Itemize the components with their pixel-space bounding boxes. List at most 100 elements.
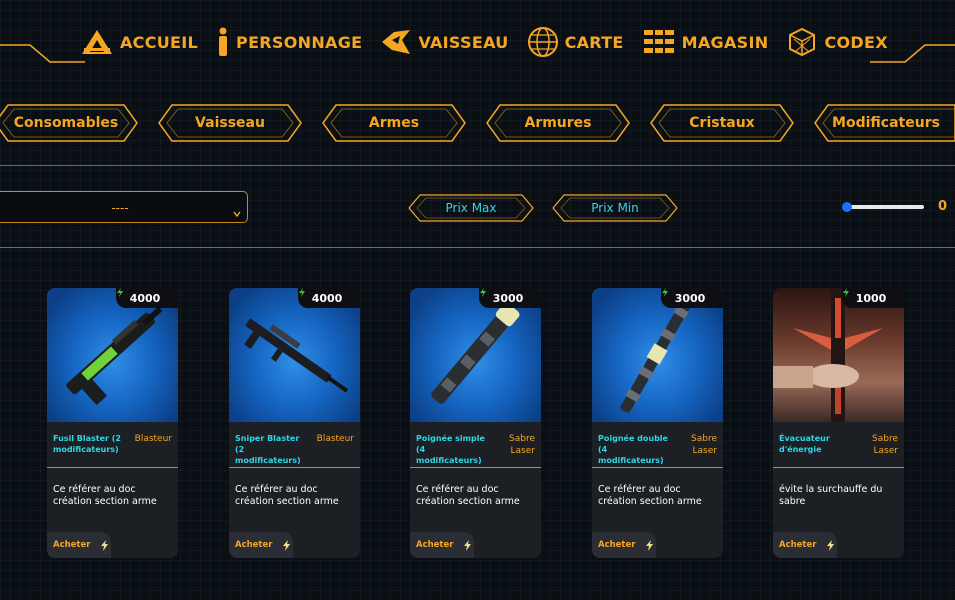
product-description: Ce référer au doc création section arme: [53, 484, 157, 507]
product-card: 3000 Poignée simple (4 modificateurs) Sa…: [410, 288, 541, 558]
buy-label: Acheter: [235, 540, 273, 550]
product-info: Sniper Blaster (2 modificateurs) Blasteu…: [229, 422, 360, 468]
tab-vaisseau[interactable]: Vaisseau: [158, 104, 302, 142]
buy-label: Acheter: [416, 540, 454, 550]
buy-button[interactable]: Acheter: [410, 532, 474, 558]
product-type: Sabre Laser: [509, 434, 535, 456]
globe-icon: [527, 26, 559, 58]
buy-button[interactable]: Acheter: [592, 532, 656, 558]
product-type: Blasteur: [134, 434, 172, 444]
nav-personnage[interactable]: PERSONNAGE: [216, 27, 362, 57]
product-name: Poignée double (4 modificateurs): [598, 434, 668, 465]
bolt-icon: [645, 536, 654, 555]
price-max-button[interactable]: Prix Max: [408, 194, 534, 222]
price-value: 1000: [855, 291, 887, 305]
product-description: évite la surchauffe du sabre: [779, 484, 883, 507]
product-image: 3000: [592, 288, 723, 422]
buy-button[interactable]: Acheter: [229, 532, 293, 558]
product-info: Poignée simple (4 modificateurs) Sabre L…: [410, 422, 541, 468]
product-name: Évacuateur d'énergie: [779, 434, 830, 454]
price-tag: 3000: [479, 288, 541, 308]
product-name: Fusil Blaster (2 modificateurs): [53, 434, 121, 454]
product-description: Ce référer au doc création section arme: [598, 484, 702, 507]
home-icon: [80, 28, 114, 56]
bolt-icon: [826, 536, 835, 555]
codex-icon: [786, 27, 818, 57]
nav-label-vaisseau: VAISSEAU: [418, 32, 509, 52]
nav-magasin[interactable]: MAGASIN: [642, 28, 769, 56]
product-name: Poignée simple (4 modificateurs): [416, 434, 485, 465]
nav-accueil[interactable]: ACCUEIL: [80, 28, 198, 56]
select-value: ----: [111, 201, 129, 215]
price-max-label: Prix Max: [445, 201, 497, 215]
divider: [0, 165, 955, 166]
nav-label-codex: CODEX: [824, 32, 888, 52]
buy-button[interactable]: Acheter: [47, 532, 111, 558]
chevron-down-icon: [233, 203, 241, 222]
tab-armes[interactable]: Armes: [322, 104, 466, 142]
tab-cristaux[interactable]: Cristaux: [650, 104, 794, 142]
bolt-icon: [463, 536, 472, 555]
tab-consomables[interactable]: Consomables: [0, 104, 138, 142]
bolt-icon: [282, 536, 291, 555]
shop-icon: [642, 28, 676, 56]
filter-select[interactable]: ----: [0, 191, 248, 223]
nav-label-magasin: MAGASIN: [681, 32, 769, 52]
product-card: 1000 Évacuateur d'énergie Sabre Laser év…: [773, 288, 904, 558]
product-type: Sabre Laser: [872, 434, 898, 456]
category-tabs: Consomables Vaisseau Armes Armures Crist…: [0, 104, 955, 142]
slider-track: [844, 205, 924, 209]
product-card: 3000 Poignée double (4 modificateurs) Sa…: [592, 288, 723, 558]
divider: [0, 247, 955, 248]
tab-label: Modificateurs: [832, 115, 940, 131]
price-min-label: Prix Min: [591, 201, 639, 215]
top-navigation: ACCUEIL PERSONNAGE VAISSEAU CARTE MAGASI…: [0, 0, 955, 75]
buy-button[interactable]: Acheter: [773, 532, 837, 558]
product-image: 4000: [229, 288, 360, 422]
product-description: Ce référer au doc création section arme: [416, 484, 520, 507]
tab-label: Cristaux: [689, 115, 755, 131]
tab-modificateurs[interactable]: Modificateurs: [814, 104, 955, 142]
buy-label: Acheter: [598, 540, 636, 550]
product-type: Sabre Laser: [691, 434, 717, 456]
product-image: 4000: [47, 288, 178, 422]
nav-label-personnage: PERSONNAGE: [236, 32, 363, 52]
buy-label: Acheter: [779, 540, 817, 550]
product-card: 4000 Sniper Blaster (2 modificateurs) Bl…: [229, 288, 360, 558]
nav-carte[interactable]: CARTE: [527, 26, 624, 58]
tab-armures[interactable]: Armures: [486, 104, 630, 142]
tab-label: Consomables: [13, 115, 119, 131]
ship-icon: [380, 28, 412, 56]
product-image: 3000: [410, 288, 541, 422]
price-tag: 1000: [842, 288, 904, 308]
price-tag: 3000: [661, 288, 723, 308]
product-card: 4000 Fusil Blaster (2 modificateurs) Bla…: [47, 288, 178, 558]
price-tag: 4000: [298, 288, 360, 308]
tab-label: Armures: [524, 115, 592, 131]
slider-value: 0: [938, 199, 948, 214]
nav-label-carte: CARTE: [564, 32, 624, 52]
person-icon: [216, 27, 230, 57]
product-type: Blasteur: [316, 434, 354, 444]
product-info: Évacuateur d'énergie Sabre Laser: [773, 422, 904, 468]
product-image: 1000: [773, 288, 904, 422]
buy-label: Acheter: [53, 540, 91, 550]
product-info: Poignée double (4 modificateurs) Sabre L…: [592, 422, 723, 468]
tab-label: Armes: [368, 115, 420, 131]
price-min-button[interactable]: Prix Min: [552, 194, 678, 222]
nav-label-accueil: ACCUEIL: [120, 32, 199, 52]
nav-codex[interactable]: CODEX: [786, 27, 888, 57]
product-info: Fusil Blaster (2 modificateurs) Blasteur: [47, 422, 178, 468]
product-name: Sniper Blaster (2 modificateurs): [235, 434, 301, 465]
bolt-icon: [100, 536, 109, 555]
tab-label: Vaisseau: [195, 115, 265, 131]
price-value: 4000: [311, 291, 343, 305]
price-value: 3000: [492, 291, 524, 305]
product-description: Ce référer au doc création section arme: [235, 484, 339, 507]
price-slider[interactable]: [842, 200, 926, 214]
nav-vaisseau[interactable]: VAISSEAU: [380, 28, 508, 56]
price-tag: 4000: [116, 288, 178, 308]
slider-thumb[interactable]: [842, 202, 852, 212]
price-value: 3000: [674, 291, 706, 305]
price-value: 4000: [129, 291, 161, 305]
